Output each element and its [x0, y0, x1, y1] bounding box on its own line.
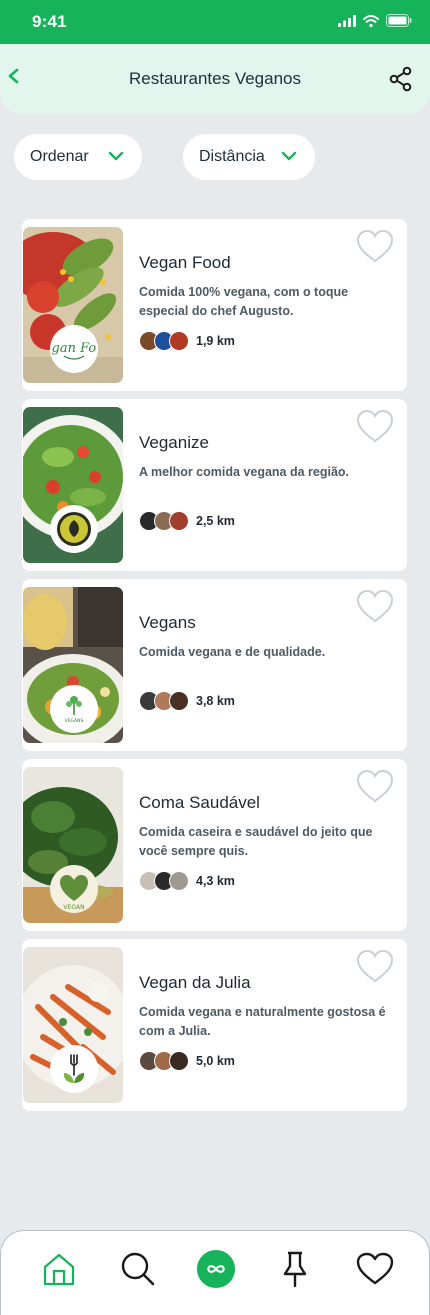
restaurant-photo: [23, 407, 123, 563]
restaurant-photo: [23, 947, 123, 1103]
restaurant-logo: Vegan Food: [50, 325, 98, 373]
heart-outline-icon: [356, 949, 394, 983]
restaurant-meta: 3,8 km: [139, 691, 235, 711]
favorite-button[interactable]: [356, 949, 394, 985]
heart-outline-icon: [356, 769, 394, 803]
restaurant-card[interactable]: Vegan Food Vegan Food Comida 100% vegana…: [22, 219, 407, 391]
restaurant-card[interactable]: Vegan da Julia Comida vegana e naturalme…: [22, 939, 407, 1111]
avatar: [169, 1051, 189, 1071]
status-bar: 9:41: [0, 0, 430, 44]
distance-label: 1,9 km: [196, 334, 235, 348]
reviewer-avatars: [139, 331, 189, 351]
nav-search[interactable]: [118, 1249, 158, 1289]
reviewer-avatars: [139, 1051, 189, 1071]
chevron-down-icon: [281, 151, 297, 161]
status-time: 9:41: [32, 12, 67, 31]
bottom-nav: [0, 1230, 430, 1315]
reviewer-avatars: [139, 511, 189, 531]
nav-home[interactable]: [39, 1249, 79, 1289]
restaurant-photo: VEGAN: [23, 767, 123, 923]
restaurant-logo: [50, 1045, 98, 1093]
logo-text: VEGAN: [63, 904, 84, 911]
distance-label: 3,8 km: [196, 694, 235, 708]
sort-dropdown-label: Ordenar: [30, 148, 89, 165]
restaurant-name: Vegan Food: [139, 253, 231, 272]
home-icon: [43, 1253, 75, 1286]
restaurant-name: Vegans: [139, 613, 196, 632]
restaurant-meta: 5,0 km: [139, 1051, 235, 1071]
reviewer-avatars: [139, 691, 189, 711]
restaurant-logo: VEGAN: [50, 865, 98, 913]
avatar: [169, 331, 189, 351]
heart-icon: [356, 1252, 394, 1285]
distance-label: 5,0 km: [196, 1054, 235, 1068]
restaurant-photo: VEGANS: [23, 587, 123, 743]
distance-label: 4,3 km: [196, 874, 235, 888]
nav-saved[interactable]: [275, 1249, 315, 1289]
restaurant-description: A melhor comida vegana da região.: [139, 465, 350, 479]
restaurant-photo: Vegan Food: [23, 227, 123, 383]
restaurant-logo: VEGANS: [50, 685, 98, 733]
restaurant-meta: 1,9 km: [139, 331, 235, 351]
wifi-icon: [363, 14, 379, 27]
pin-icon: [283, 1251, 307, 1288]
battery-icon: [386, 14, 412, 27]
restaurant-name: Veganize: [139, 433, 209, 452]
signal-icon: [338, 14, 356, 27]
restaurant-description: Comida 100% vegana, com o toque especial…: [139, 285, 349, 318]
nav-explore[interactable]: [196, 1249, 236, 1289]
distance-dropdown-label: Distância: [199, 148, 265, 165]
reviewer-avatars: [139, 871, 189, 891]
restaurant-description: Comida caseira e saudável do jeito que v…: [139, 825, 373, 858]
avatar: [169, 691, 189, 711]
logo-text: Vegan Food: [52, 341, 96, 356]
restaurant-card[interactable]: Veganize A melhor comida vegana da regiã…: [22, 399, 407, 571]
share-icon: [389, 66, 412, 92]
restaurant-meta: 4,3 km: [139, 871, 235, 891]
favorite-button[interactable]: [356, 769, 394, 805]
avatar: [169, 871, 189, 891]
restaurant-logo: [50, 505, 98, 553]
favorite-button[interactable]: [356, 589, 394, 625]
avatar: [169, 511, 189, 531]
heart-outline-icon: [356, 409, 394, 443]
page-title: Restaurantes Veganos: [128, 69, 301, 88]
restaurant-name: Coma Saudável: [139, 793, 260, 812]
heart-outline-icon: [356, 229, 394, 263]
restaurant-card[interactable]: VEGAN Coma Saudável Comida caseira e sau…: [22, 759, 407, 931]
distance-label: 2,5 km: [196, 514, 235, 528]
sort-dropdown[interactable]: Ordenar: [14, 134, 142, 180]
infinity-icon: [196, 1249, 236, 1289]
restaurant-name: Vegan da Julia: [139, 973, 251, 992]
restaurant-card[interactable]: VEGANS Vegans Comida vegana e de qualida…: [22, 579, 407, 751]
heart-outline-icon: [356, 589, 394, 623]
favorite-button[interactable]: [356, 229, 394, 265]
logo-text: VEGANS: [65, 718, 84, 724]
share-button[interactable]: [388, 66, 414, 92]
app-header: Restaurantes Veganos: [0, 44, 430, 114]
restaurant-description: Comida vegana e de qualidade.: [139, 645, 326, 659]
favorite-button[interactable]: [356, 409, 394, 445]
status-icons: [338, 14, 412, 27]
search-icon: [121, 1252, 155, 1286]
restaurant-meta: 2,5 km: [139, 511, 235, 531]
distance-dropdown[interactable]: Distância: [183, 134, 315, 180]
chevron-down-icon: [108, 151, 124, 161]
nav-favorites[interactable]: [355, 1249, 395, 1289]
restaurant-description: Comida vegana e naturalmente gostosa é c…: [139, 1005, 386, 1038]
